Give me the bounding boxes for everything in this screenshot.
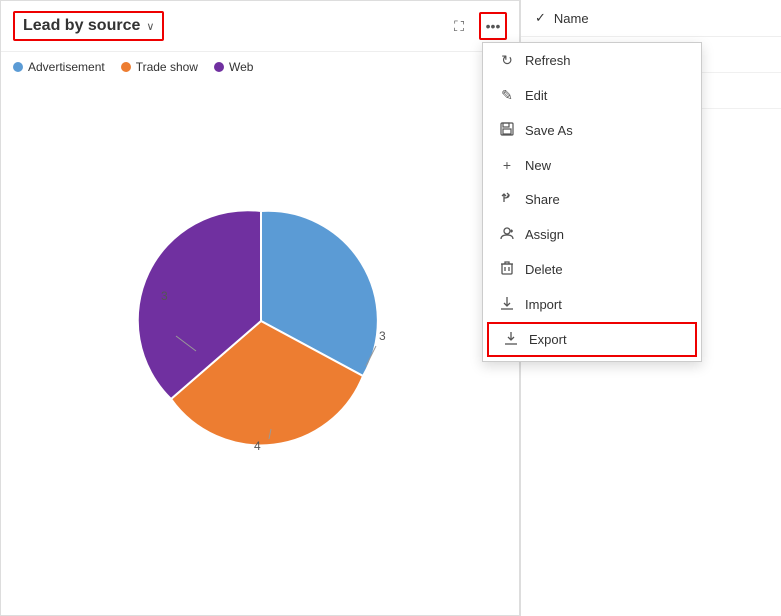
panel-title: Lead by source <box>23 17 140 35</box>
delete-icon <box>499 261 515 278</box>
menu-label-refresh: Refresh <box>525 53 571 68</box>
chart-legend: Advertisement Trade show Web <box>1 52 519 82</box>
legend-label-web: Web <box>229 60 253 74</box>
chart-area: 3 3 4 <box>1 82 521 562</box>
menu-item-share[interactable]: Share <box>483 182 701 217</box>
legend-label-advertisement: Advertisement <box>28 60 105 74</box>
header-actions: ⛶ ••• <box>445 12 507 40</box>
menu-label-import: Import <box>525 297 562 312</box>
title-area[interactable]: Lead by source ∨ <box>13 11 164 41</box>
legend-item-advertisement: Advertisement <box>13 60 105 74</box>
legend-item-tradeshow: Trade show <box>121 60 198 74</box>
import-icon <box>499 296 515 313</box>
pie-chart-container: 3 3 4 <box>121 181 401 464</box>
main-panel: Lead by source ∨ ⛶ ••• Advertisement Tra… <box>0 0 520 616</box>
more-icon: ••• <box>486 18 501 34</box>
column-name: Name <box>554 11 589 26</box>
legend-item-web: Web <box>214 60 253 74</box>
expand-button[interactable]: ⛶ <box>445 12 473 40</box>
pie-label-4-bottom: 4 <box>254 439 261 453</box>
menu-label-edit: Edit <box>525 88 547 103</box>
menu-item-refresh[interactable]: ↻ Refresh <box>483 43 701 78</box>
menu-item-assign[interactable]: Assign <box>483 217 701 252</box>
pie-label-3-left: 3 <box>161 289 168 303</box>
pie-label-3-right: 3 <box>379 329 386 343</box>
dropdown-menu: ↻ Refresh ✎ Edit Save As + New Share <box>482 42 702 362</box>
menu-item-edit[interactable]: ✎ Edit <box>483 78 701 113</box>
menu-item-new[interactable]: + New <box>483 148 701 182</box>
more-options-button[interactable]: ••• <box>479 12 507 40</box>
menu-label-new: New <box>525 158 551 173</box>
panel-header: Lead by source ∨ ⛶ ••• <box>1 1 519 52</box>
menu-item-export[interactable]: Export <box>487 322 697 357</box>
export-icon <box>503 331 519 348</box>
menu-item-save-as[interactable]: Save As <box>483 113 701 148</box>
legend-dot-advertisement <box>13 62 23 72</box>
refresh-icon: ↻ <box>499 52 515 69</box>
menu-label-export: Export <box>529 332 567 347</box>
legend-label-tradeshow: Trade show <box>136 60 198 74</box>
expand-icon: ⛶ <box>454 18 464 35</box>
menu-label-save-as: Save As <box>525 123 573 138</box>
right-panel-header: ✓ Name <box>521 0 781 37</box>
assign-icon <box>499 226 515 243</box>
legend-dot-tradeshow <box>121 62 131 72</box>
menu-label-assign: Assign <box>525 227 564 242</box>
edit-icon: ✎ <box>499 87 515 104</box>
menu-label-delete: Delete <box>525 262 563 277</box>
legend-dot-web <box>214 62 224 72</box>
check-icon: ✓ <box>535 10 546 26</box>
menu-label-share: Share <box>525 192 560 207</box>
menu-item-delete[interactable]: Delete <box>483 252 701 287</box>
menu-item-import[interactable]: Import <box>483 287 701 322</box>
chevron-down-icon: ∨ <box>146 20 154 33</box>
share-icon <box>499 191 515 208</box>
new-icon: + <box>499 157 515 173</box>
pie-chart <box>121 181 401 461</box>
save-as-icon <box>499 122 515 139</box>
